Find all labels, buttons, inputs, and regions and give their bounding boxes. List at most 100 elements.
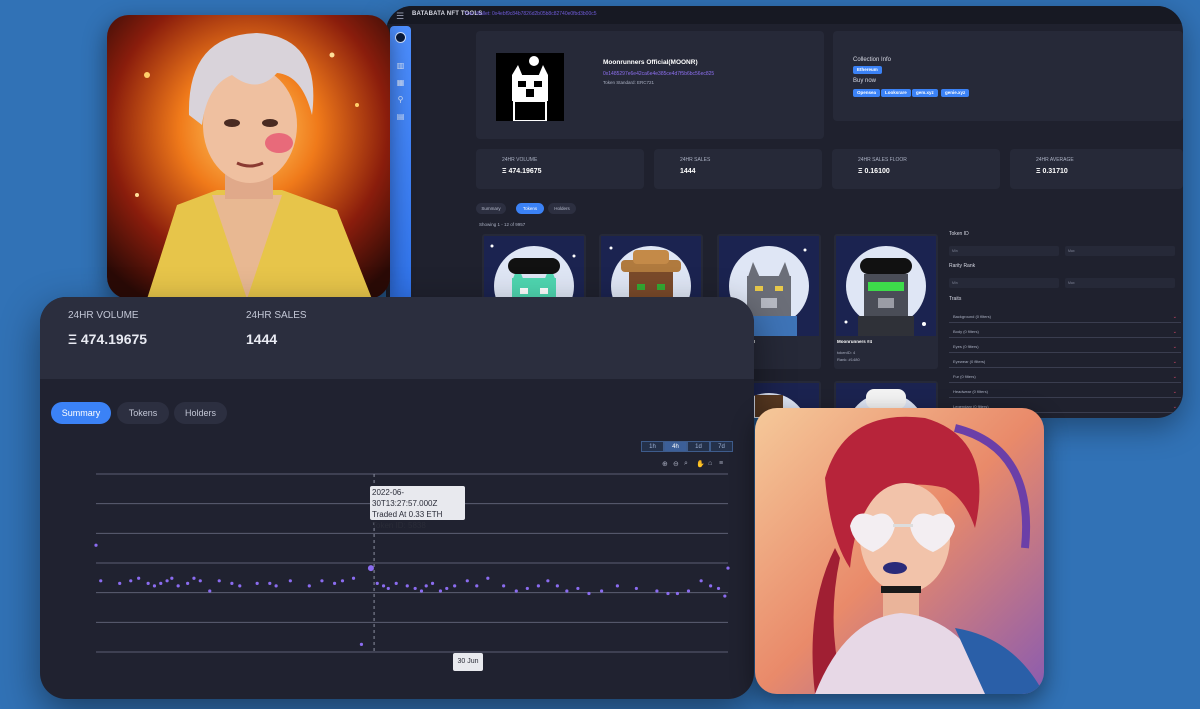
trade-point[interactable] <box>129 579 133 583</box>
tab-holders[interactable]: Holders <box>548 203 576 214</box>
range-7d-button[interactable]: 7d <box>710 441 733 452</box>
trade-point[interactable] <box>320 579 324 583</box>
trade-point[interactable] <box>118 581 122 585</box>
rarity-max-input[interactable]: Max <box>1065 278 1175 288</box>
collection-nav-icon[interactable]: ▦ <box>396 78 405 87</box>
trade-point[interactable] <box>405 584 409 588</box>
token-card[interactable]: Moonrunners #4 tokenID: 4 Rank: #1480 <box>834 234 938 369</box>
trade-point[interactable] <box>438 589 443 593</box>
trade-point[interactable] <box>486 576 490 580</box>
trade-point[interactable] <box>576 586 580 591</box>
trade-point[interactable] <box>332 581 337 585</box>
trade-point[interactable] <box>453 584 457 588</box>
grid-nav-icon[interactable]: ▤ <box>396 112 405 121</box>
chart-nav-icon[interactable]: ▥ <box>396 61 405 70</box>
market-looksrare-button[interactable]: Looksrare <box>881 89 911 97</box>
trade-point[interactable] <box>137 576 141 580</box>
trade-point[interactable] <box>152 584 157 588</box>
tab-tokens[interactable]: Tokens <box>117 402 169 424</box>
tab-summary[interactable]: Summary <box>476 203 506 214</box>
trade-point[interactable] <box>546 579 550 583</box>
tab-holders[interactable]: Holders <box>174 402 227 424</box>
trait-filter-row[interactable]: Fur (0 filters) ⌄ <box>949 371 1181 383</box>
tab-tokens[interactable]: Tokens <box>516 203 544 214</box>
trade-point[interactable] <box>502 584 506 588</box>
trade-point[interactable] <box>208 589 212 593</box>
trait-filter-row[interactable]: Body (0 filters) ⌄ <box>949 326 1181 338</box>
market-opensea-button[interactable]: Opensea <box>853 89 881 97</box>
trade-point[interactable] <box>99 579 103 583</box>
range-4h-button[interactable]: 4h <box>664 441 687 452</box>
range-1d-button[interactable]: 1d <box>687 441 710 452</box>
trade-point[interactable] <box>217 579 221 583</box>
trade-point[interactable] <box>230 581 234 585</box>
trade-point[interactable] <box>723 594 727 598</box>
trade-point[interactable] <box>709 584 713 588</box>
trait-filter-row[interactable]: Eyewear (0 filters) ⌄ <box>949 356 1181 368</box>
trade-point[interactable] <box>716 586 721 591</box>
trade-point[interactable] <box>307 584 311 588</box>
trade-point[interactable] <box>94 543 98 547</box>
token-id-min-input[interactable]: Min <box>949 246 1059 256</box>
trade-point[interactable] <box>413 586 417 591</box>
trade-point[interactable] <box>176 584 180 588</box>
tools-nav-icon[interactable]: ⚲ <box>396 95 405 104</box>
trade-point[interactable] <box>288 579 292 583</box>
wolf-avatar-icon <box>496 53 564 121</box>
trade-point[interactable] <box>170 576 174 580</box>
trade-point[interactable] <box>615 584 620 588</box>
market-gem-button[interactable]: gem.xyz <box>912 89 938 97</box>
trade-point[interactable] <box>394 581 398 585</box>
trade-point[interactable] <box>159 581 163 585</box>
trade-point[interactable] <box>255 581 259 585</box>
trade-point[interactable] <box>386 586 390 591</box>
trade-point[interactable] <box>268 581 272 585</box>
range-1h-button[interactable]: 1h <box>641 441 664 452</box>
trade-point[interactable] <box>367 565 374 572</box>
trade-point[interactable] <box>419 589 424 593</box>
trade-point[interactable] <box>634 586 638 591</box>
trade-point[interactable] <box>445 586 449 591</box>
trade-point[interactable] <box>666 591 670 596</box>
trade-point[interactable] <box>375 581 379 585</box>
stat-value: 1444 <box>680 168 696 175</box>
token-id-max-input[interactable]: Max <box>1065 246 1175 256</box>
hamburger-menu-icon[interactable]: ☰ <box>396 11 404 22</box>
trade-point[interactable] <box>186 581 190 585</box>
trade-point[interactable] <box>340 579 345 583</box>
trade-point[interactable] <box>430 581 435 585</box>
trade-point[interactable] <box>565 589 569 593</box>
trade-point[interactable] <box>381 584 386 588</box>
trade-point[interactable] <box>514 589 518 593</box>
trade-point[interactable] <box>165 579 169 583</box>
trade-point[interactable] <box>675 591 680 596</box>
trait-filter-row[interactable]: Background (0 filters) ⌄ <box>949 311 1181 323</box>
trade-point[interactable] <box>686 589 691 593</box>
contract-address-link[interactable]: 0x1485297e6e42ca6e4e385ce4d7f5b6bc56ec82… <box>603 71 714 77</box>
trade-point[interactable] <box>726 566 730 570</box>
trade-point[interactable] <box>536 584 540 588</box>
trade-point[interactable] <box>351 576 356 580</box>
trade-point[interactable] <box>465 579 469 583</box>
rarity-min-input[interactable]: Min <box>949 278 1059 288</box>
market-genie-button[interactable]: genie.xyz <box>941 89 970 97</box>
trade-point[interactable] <box>655 589 659 593</box>
trait-filter-row[interactable]: Headwear (0 filters) ⌄ <box>949 386 1181 398</box>
trade-point[interactable] <box>587 591 591 596</box>
trade-point[interactable] <box>192 576 196 580</box>
trade-point[interactable] <box>699 579 703 583</box>
trade-point[interactable] <box>424 584 428 588</box>
trade-point[interactable] <box>525 586 529 591</box>
trade-point[interactable] <box>359 642 364 646</box>
trade-point[interactable] <box>475 584 479 588</box>
trade-point[interactable] <box>600 589 604 593</box>
trade-point[interactable] <box>274 584 278 588</box>
home-icon[interactable]: ⌂ <box>708 460 712 467</box>
trade-point[interactable] <box>146 581 150 585</box>
menu-lines-icon[interactable]: ≡ <box>719 460 723 467</box>
trade-point[interactable] <box>555 584 559 588</box>
trait-filter-row[interactable]: Eyes (0 filters) ⌄ <box>949 341 1181 353</box>
trade-point[interactable] <box>198 579 202 583</box>
tab-summary[interactable]: Summary <box>51 402 111 424</box>
trade-point[interactable] <box>238 584 242 588</box>
